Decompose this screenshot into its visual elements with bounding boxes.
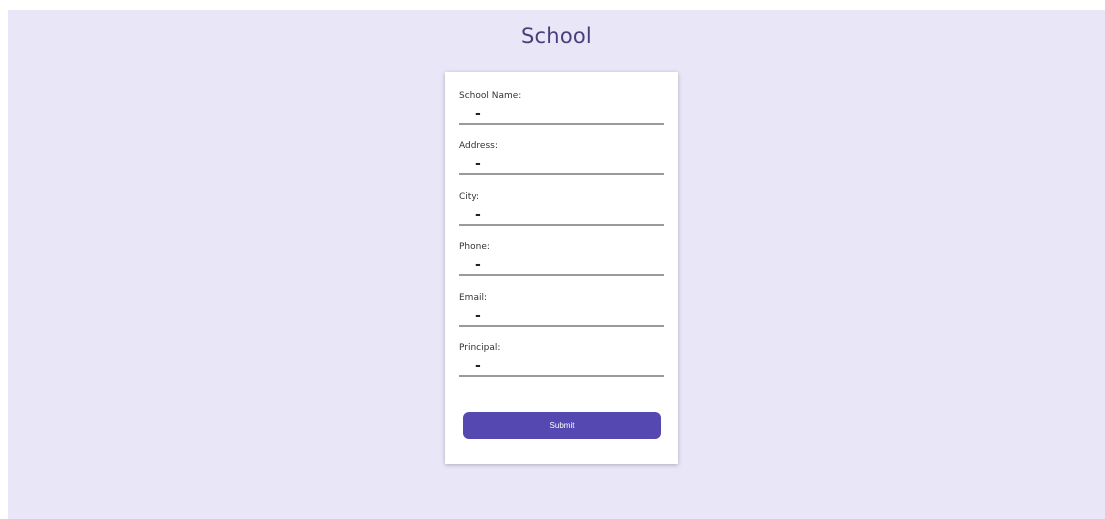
phone-input[interactable] [459,256,664,276]
principal-input[interactable] [459,357,664,377]
submit-button[interactable]: Submit [463,412,661,439]
city-label: City: [459,192,480,202]
page-title: School [521,24,592,48]
city-input[interactable] [459,206,664,226]
page-background: School School Name: Address: City: Phone… [8,10,1105,519]
school-form-card: School Name: Address: City: Phone: Email… [445,72,678,464]
principal-label: Principal: [459,343,501,353]
school-name-label: School Name: [459,91,522,101]
address-field: Address: [459,141,664,187]
city-field: City: [459,192,664,238]
phone-label: Phone: [459,242,490,252]
email-field: Email: [459,293,664,339]
school-name-field: School Name: [459,91,664,137]
principal-field: Principal: [459,343,664,389]
phone-field: Phone: [459,242,664,288]
email-label: Email: [459,293,488,303]
address-label: Address: [459,141,498,151]
school-name-input[interactable] [459,105,664,125]
address-input[interactable] [459,155,664,175]
email-input[interactable] [459,307,664,327]
